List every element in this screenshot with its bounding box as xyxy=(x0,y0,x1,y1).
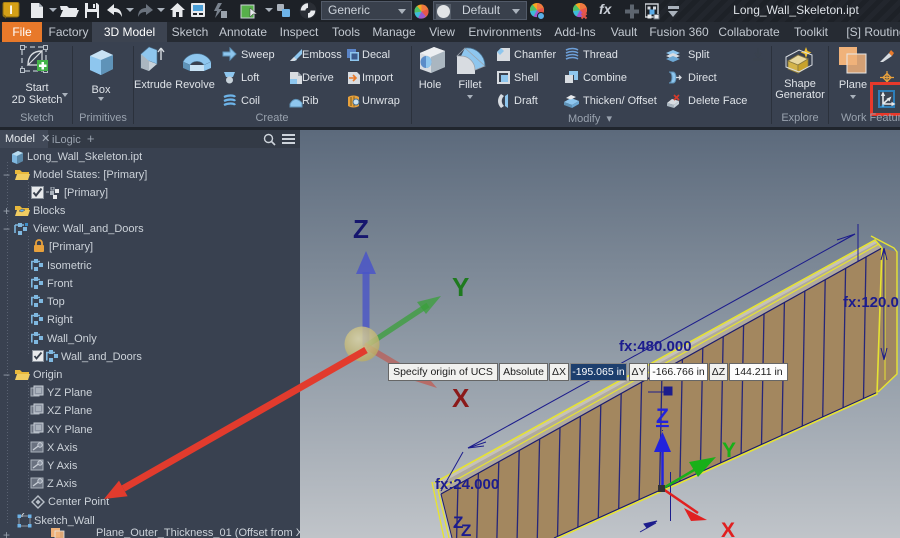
svg-text:fx:24.000: fx:24.000 xyxy=(435,476,499,493)
svg-text:I: I xyxy=(9,3,12,17)
svg-text:Y: Y xyxy=(722,439,736,462)
svg-text:fx:480.000: fx:480.000 xyxy=(619,338,692,355)
svg-text:X: X xyxy=(452,383,470,413)
svg-text:fx:120.0: fx:120.0 xyxy=(843,294,899,311)
svg-text:Z: Z xyxy=(461,521,471,538)
svg-text:X: X xyxy=(721,519,735,538)
svg-text:Z: Z xyxy=(656,405,669,428)
svg-text:Z: Z xyxy=(353,214,369,244)
svg-text:Y: Y xyxy=(452,272,469,302)
